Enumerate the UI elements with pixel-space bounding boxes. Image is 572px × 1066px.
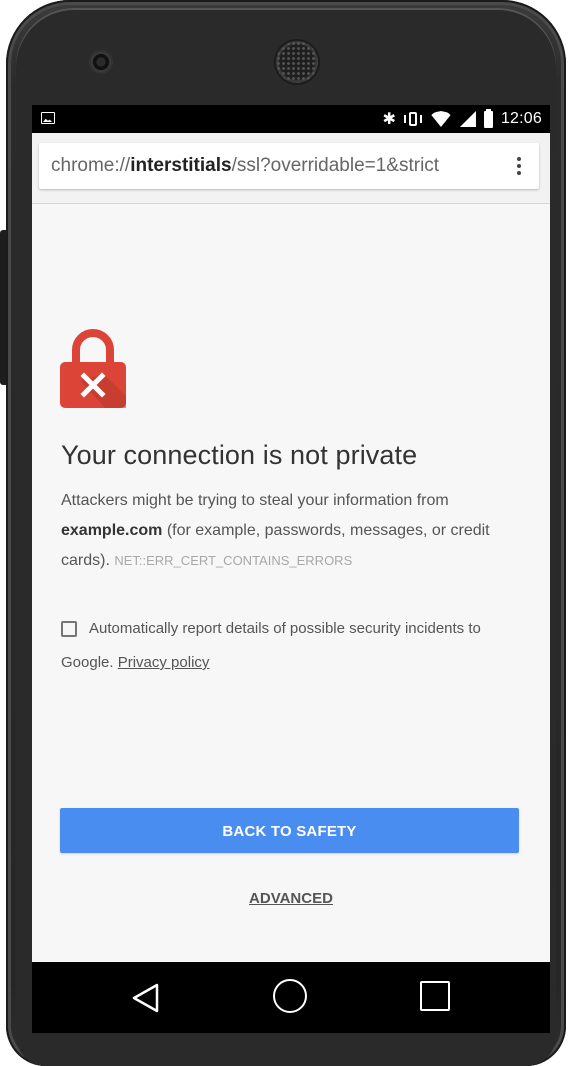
status-bar: ✱ 12:06	[32, 105, 550, 133]
error-code: NET::ERR_CERT_CONTAINS_ERRORS	[114, 553, 353, 568]
url-scheme: chrome://	[51, 155, 131, 176]
status-time: 12:06	[500, 110, 542, 127]
url-text[interactable]: chrome://interstitials/ssl?overridable=1…	[51, 143, 499, 189]
front-camera	[91, 52, 111, 72]
more-vert-icon[interactable]	[507, 154, 531, 178]
back-triangle-icon[interactable]	[130, 982, 160, 1014]
vibrate-icon	[403, 111, 422, 127]
screen: ✱ 12:06 chrome://interstitials/ssl?overr…	[32, 105, 550, 1033]
url-host: interstitials	[130, 155, 232, 176]
message-prefix: Attackers might be trying to steal your …	[61, 492, 449, 509]
advanced-link[interactable]: ADVANCED	[32, 890, 550, 907]
interstitial-content: Your connection is not private Attackers…	[32, 204, 550, 964]
navigation-bar	[32, 962, 550, 1033]
main-message: Attackers might be trying to steal your …	[61, 486, 521, 576]
gallery-icon	[41, 112, 55, 124]
url-bar[interactable]: chrome://interstitials/ssl?overridable=1…	[39, 143, 539, 189]
home-circle-icon[interactable]	[273, 979, 307, 1013]
recents-square-icon[interactable]	[420, 981, 450, 1011]
lock-error-icon	[60, 329, 126, 408]
url-path: /ssl?overridable=1&strict	[231, 155, 440, 176]
back-to-safety-button[interactable]: BACK TO SAFETY	[60, 808, 519, 853]
bluetooth-icon: ✱	[382, 109, 396, 128]
page-title: Your connection is not private	[61, 440, 418, 470]
report-checkbox[interactable]	[61, 621, 77, 637]
report-option: Automatically report details of possible…	[61, 612, 521, 680]
status-icons: ✱ 12:06	[383, 105, 542, 133]
signal-icon	[459, 111, 476, 127]
site-host: example.com	[61, 522, 163, 539]
battery-icon	[483, 108, 493, 128]
power-button	[0, 230, 6, 385]
earpiece-speaker	[276, 41, 318, 83]
privacy-policy-link[interactable]: Privacy policy	[118, 654, 210, 671]
wifi-icon	[429, 111, 452, 127]
browser-toolbar: chrome://interstitials/ssl?overridable=1…	[32, 133, 550, 204]
